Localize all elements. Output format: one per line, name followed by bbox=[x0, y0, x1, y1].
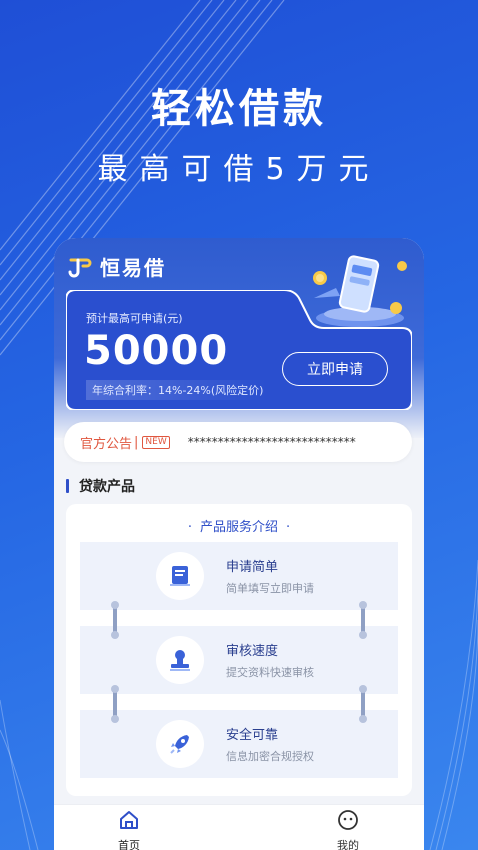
section-marker bbox=[66, 479, 69, 493]
announcement-bar[interactable]: 官方公告 | NEW **************************** bbox=[64, 422, 412, 462]
feature-title: 安全可靠 bbox=[226, 728, 279, 743]
title-dot-right: · bbox=[286, 520, 291, 535]
tab-home-label: 首页 bbox=[118, 839, 140, 850]
binder-ring-icon bbox=[111, 601, 119, 639]
tab-home[interactable]: 首页 bbox=[99, 809, 159, 850]
feature-desc: 信息加密合规授权 bbox=[226, 750, 314, 763]
hero-subtitle: 最高可借5万元 bbox=[97, 152, 381, 187]
quota-amount: 50000 bbox=[84, 328, 229, 374]
product-intro-card: · 产品服务介绍 · 申请简单 简单填写立即申请 审核速度 提交资料快速审核 安… bbox=[66, 504, 412, 796]
title-dot-left: · bbox=[187, 520, 192, 535]
apply-now-button[interactable]: 立即申请 bbox=[282, 352, 388, 386]
feature-desc: 简单填写立即申请 bbox=[226, 582, 314, 595]
feature-item: 申请简单 简单填写立即申请 bbox=[80, 542, 398, 610]
feature-title: 审核速度 bbox=[226, 644, 279, 659]
feature-desc: 提交资料快速审核 bbox=[226, 666, 314, 679]
binder-ring-icon bbox=[359, 685, 367, 723]
feature-item: 审核速度 提交资料快速审核 bbox=[80, 626, 398, 694]
card-title-text: 产品服务介绍 bbox=[199, 520, 278, 535]
card-title: · 产品服务介绍 · bbox=[66, 516, 412, 535]
feature-title: 申请简单 bbox=[226, 560, 279, 575]
announcement-text: **************************** bbox=[187, 435, 356, 449]
new-badge: NEW bbox=[142, 435, 170, 449]
binder-ring-icon bbox=[111, 685, 119, 723]
announcement-separator: | bbox=[134, 434, 139, 450]
quota-label: 预计最高可申请(元) bbox=[86, 312, 183, 325]
announcement-label: 官方公告 bbox=[80, 436, 133, 452]
form-icon bbox=[156, 552, 204, 600]
brand-name: 恒易借 bbox=[100, 256, 166, 280]
rocket-icon bbox=[156, 720, 204, 768]
binder-ring-icon bbox=[359, 601, 367, 639]
brand-logo-icon bbox=[68, 258, 92, 277]
profile-icon bbox=[338, 810, 358, 830]
stamp-icon bbox=[156, 636, 204, 684]
bottom-tab-bar: 首页 我的 bbox=[54, 804, 424, 850]
tab-profile[interactable]: 我的 bbox=[318, 809, 378, 850]
interest-rate: 年综合利率：14%-24%(风险定价) bbox=[86, 380, 268, 400]
feature-item: 安全可靠 信息加密合规授权 bbox=[80, 710, 398, 778]
brand: 恒易借 bbox=[68, 252, 166, 281]
home-icon bbox=[120, 811, 138, 829]
section-header: 贷款产品 bbox=[66, 476, 135, 496]
tab-profile-label: 我的 bbox=[337, 839, 359, 850]
section-title: 贷款产品 bbox=[79, 479, 135, 495]
app-screen: 恒易借 预计最高可申请(元) 50000 年综合利率：14%-24%(风险定价)… bbox=[54, 238, 424, 850]
quota-card: 预计最高可申请(元) 50000 年综合利率：14%-24%(风险定价) 立即申… bbox=[66, 290, 412, 410]
hero-title: 轻松借款 bbox=[151, 86, 327, 132]
